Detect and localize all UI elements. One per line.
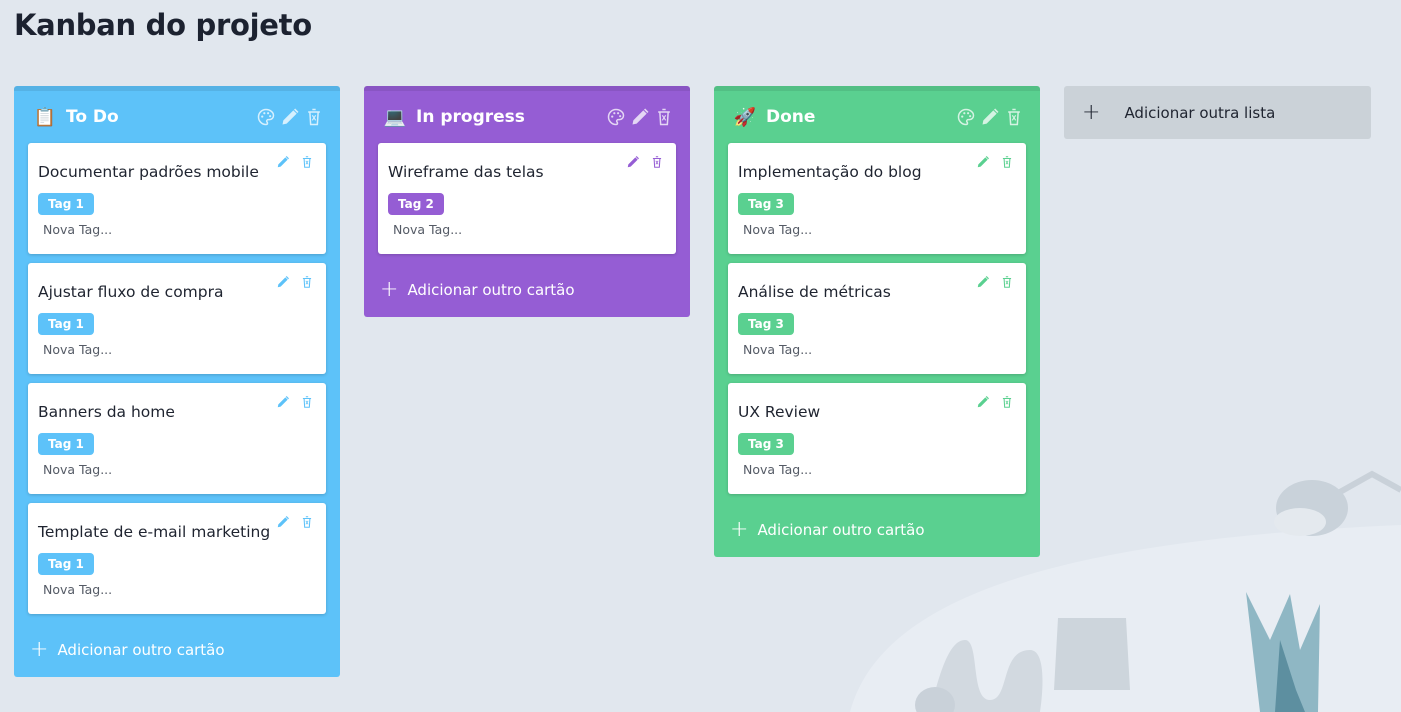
new-tag-input[interactable]: Nova Tag... xyxy=(38,582,316,597)
card[interactable]: Documentar padrões mobile Tag 1 Nova Tag..… xyxy=(28,143,326,254)
pencil-icon[interactable] xyxy=(276,394,290,413)
list-emoji-icon: 📋 xyxy=(33,106,57,128)
new-tag-input[interactable]: Nova Tag... xyxy=(38,342,316,357)
pencil-icon[interactable] xyxy=(976,394,990,413)
list-0: 📋 To Do Documentar padrões mobile Tag 1 Nova… xyxy=(14,86,340,677)
tag-badge[interactable]: Tag 1 xyxy=(38,193,94,215)
trash-icon[interactable] xyxy=(300,514,314,533)
pencil-icon[interactable] xyxy=(280,107,300,131)
card-actions xyxy=(976,154,1014,173)
add-card-button[interactable]: + Adicionar outro cartão xyxy=(378,263,676,317)
trash-icon[interactable] xyxy=(654,107,674,131)
plus-icon: + xyxy=(730,517,749,542)
card-actions xyxy=(626,154,664,173)
list-header: 💻 In progress xyxy=(378,91,676,143)
plus-icon: + xyxy=(1082,99,1101,125)
card[interactable]: Implementação do blog Tag 3 Nova Tag... xyxy=(728,143,1026,254)
card-title: Banners da home xyxy=(38,403,175,421)
card-title: Template de e-mail marketing xyxy=(38,523,271,541)
card-actions xyxy=(276,274,314,293)
list-actions xyxy=(606,107,674,131)
list-actions xyxy=(256,107,324,131)
new-tag-input[interactable]: Nova Tag... xyxy=(738,342,1016,357)
pencil-icon[interactable] xyxy=(976,154,990,173)
tag-badge[interactable]: Tag 2 xyxy=(388,193,444,215)
add-list-label: Adicionar outra lista xyxy=(1124,103,1276,122)
palette-icon[interactable] xyxy=(956,107,976,131)
plus-icon: + xyxy=(380,277,399,302)
tag-badge[interactable]: Tag 1 xyxy=(38,433,94,455)
card-actions xyxy=(276,394,314,413)
tag-badge[interactable]: Tag 1 xyxy=(38,313,94,335)
tag-badge[interactable]: Tag 1 xyxy=(38,553,94,575)
new-tag-input[interactable]: Nova Tag... xyxy=(738,222,1016,237)
plus-icon: + xyxy=(30,637,49,662)
card-title: Ajustar fluxo de compra xyxy=(38,283,224,301)
pencil-icon[interactable] xyxy=(626,154,640,173)
trash-icon[interactable] xyxy=(1000,274,1014,293)
card-title: Análise de métricas xyxy=(738,283,891,301)
pencil-icon[interactable] xyxy=(976,274,990,293)
card[interactable]: Ajustar fluxo de compra Tag 1 Nova Tag... xyxy=(28,263,326,374)
palette-icon[interactable] xyxy=(256,107,276,131)
trash-icon[interactable] xyxy=(1004,107,1024,131)
add-card-button[interactable]: + Adicionar outro cartão xyxy=(28,623,326,677)
card-title: Documentar padrões mobile xyxy=(38,163,259,181)
new-tag-input[interactable]: Nova Tag... xyxy=(38,222,316,237)
add-card-label: Adicionar outro cartão xyxy=(57,641,225,659)
tag-badge[interactable]: Tag 3 xyxy=(738,313,794,335)
card[interactable]: Wireframe das telas Tag 2 Nova Tag... xyxy=(378,143,676,254)
pencil-icon[interactable] xyxy=(276,274,290,293)
card[interactable]: Template de e-mail marketing Tag 1 Nova Ta… xyxy=(28,503,326,614)
tag-badge[interactable]: Tag 3 xyxy=(738,193,794,215)
add-card-button[interactable]: + Adicionar outro cartão xyxy=(728,503,1026,557)
trash-icon[interactable] xyxy=(1000,394,1014,413)
card-actions xyxy=(276,514,314,533)
list-title[interactable]: To Do xyxy=(66,107,119,127)
list-emoji-icon: 💻 xyxy=(383,106,407,128)
card-actions xyxy=(276,154,314,173)
list-emoji-icon: 🚀 xyxy=(733,106,757,128)
trash-icon[interactable] xyxy=(1000,154,1014,173)
pencil-icon[interactable] xyxy=(276,514,290,533)
card[interactable]: UX Review Tag 3 Nova Tag... xyxy=(728,383,1026,494)
tag-badge[interactable]: Tag 3 xyxy=(738,433,794,455)
list-header: 📋 To Do xyxy=(28,91,326,143)
pencil-icon[interactable] xyxy=(630,107,650,131)
page-title: Kanban do projeto xyxy=(14,8,312,42)
list-1: 💻 In progress Wireframe das telas Tag 2 Nova… xyxy=(364,86,690,317)
add-card-label: Adicionar outro cartão xyxy=(757,521,925,539)
list-title[interactable]: Done xyxy=(766,107,815,127)
list-header: 🚀 Done xyxy=(728,91,1026,143)
card-title: UX Review xyxy=(738,403,821,421)
list-2: 🚀 Done Implementação do blog Tag 3 Nova Tag.… xyxy=(714,86,1040,557)
list-title[interactable]: In progress xyxy=(416,107,525,127)
new-tag-input[interactable]: Nova Tag... xyxy=(738,462,1016,477)
trash-icon[interactable] xyxy=(304,107,324,131)
trash-icon[interactable] xyxy=(300,274,314,293)
card-title: Wireframe das telas xyxy=(388,163,544,181)
card-title: Implementação do blog xyxy=(738,163,922,181)
new-tag-input[interactable]: Nova Tag... xyxy=(38,462,316,477)
add-card-label: Adicionar outro cartão xyxy=(407,281,575,299)
trash-icon[interactable] xyxy=(300,154,314,173)
card-actions xyxy=(976,274,1014,293)
new-tag-input[interactable]: Nova Tag... xyxy=(388,222,666,237)
pencil-icon[interactable] xyxy=(980,107,1000,131)
card[interactable]: Análise de métricas Tag 3 Nova Tag... xyxy=(728,263,1026,374)
list-actions xyxy=(956,107,1024,131)
palette-icon[interactable] xyxy=(606,107,626,131)
pencil-icon[interactable] xyxy=(276,154,290,173)
card-actions xyxy=(976,394,1014,413)
card[interactable]: Banners da home Tag 1 Nova Tag... xyxy=(28,383,326,494)
add-list-button[interactable]: + Adicionar outra lista xyxy=(1064,86,1371,139)
trash-icon[interactable] xyxy=(650,154,664,173)
trash-icon[interactable] xyxy=(300,394,314,413)
